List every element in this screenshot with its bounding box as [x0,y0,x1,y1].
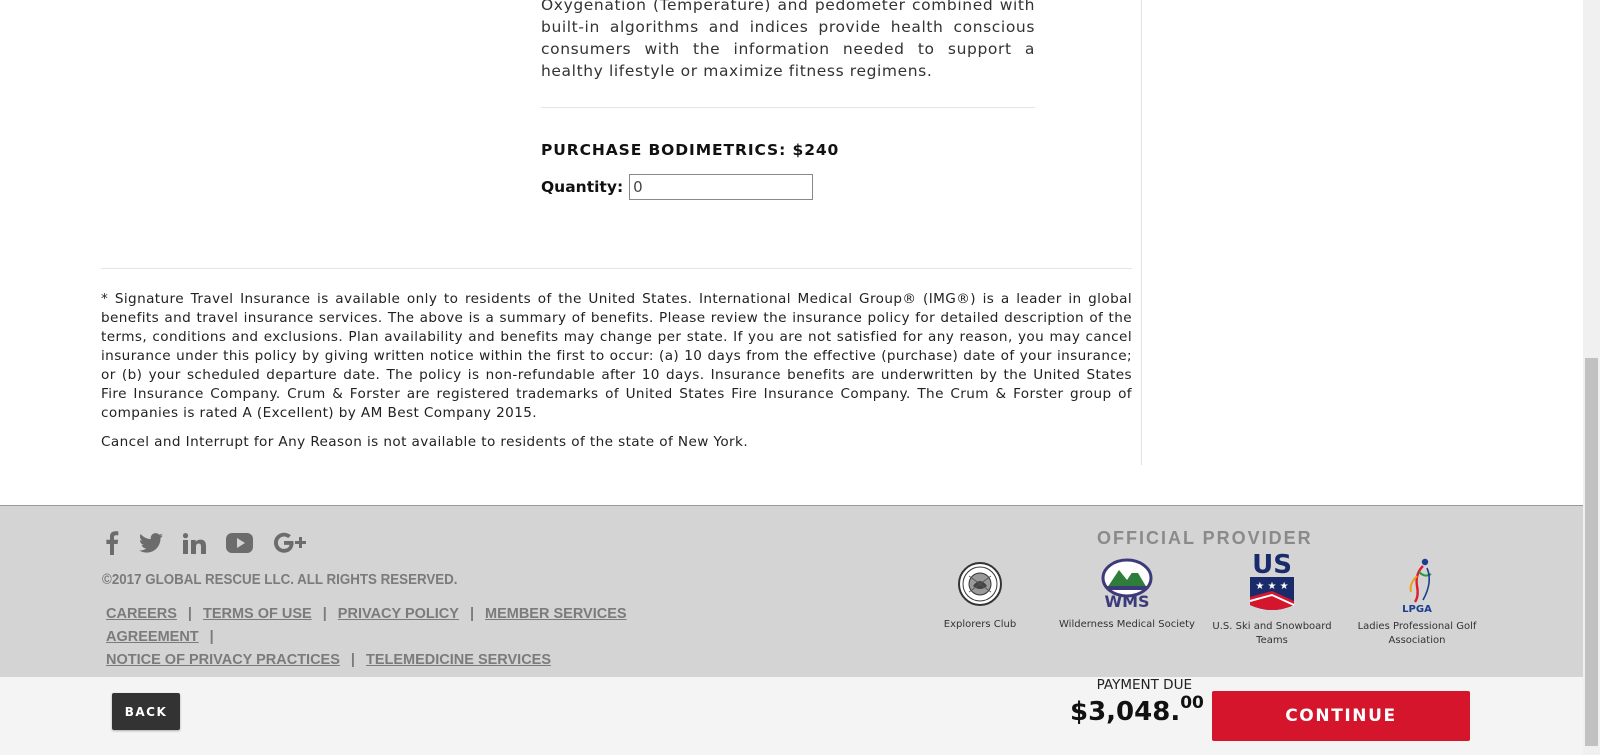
payment-due-amount: $3,048.00 [1070,693,1204,727]
lpga-caption-line2: Association [1388,635,1446,646]
copyright: ©2017 GLOBAL RESCUE LLC. ALL RIGHTS RESE… [102,572,458,588]
wms-provider: WMS Wilderness Medical Society [1057,556,1197,632]
notice-of-privacy-practices-link[interactable]: NOTICE OF PRIVACY PRACTICES [106,652,340,668]
main-content: Oxygenation (Temperature) and pedometer … [0,0,1583,505]
us-logo-text: US [1252,550,1292,580]
wms-logo-text: WMS [1104,592,1149,611]
youtube-icon[interactable] [226,533,253,553]
link-separator: | [209,629,214,645]
social-links [105,531,307,555]
insurance-disclaimer: * Signature Travel Insurance is availabl… [101,291,1132,421]
facebook-icon[interactable] [105,531,119,555]
page-scrollbar[interactable] [1583,0,1600,755]
checkout-bar: BACK PAYMENT DUE $3,048.00 CONTINUE [0,677,1583,755]
google-plus-icon[interactable] [273,532,307,554]
new-york-note: Cancel and Interrupt for Any Reason is n… [101,434,749,450]
site-footer: ©2017 GLOBAL RESCUE LLC. ALL RIGHTS RESE… [0,505,1583,678]
lpga-provider: LPGA Ladies Professional Golf Associatio… [1352,556,1482,648]
payment-due-label: PAYMENT DUE [1096,677,1192,693]
linkedin-icon[interactable] [183,532,206,554]
telemedicine-services-link[interactable]: TELEMEDICINE SERVICES [366,652,551,668]
wms-caption: Wilderness Medical Society [1059,619,1195,630]
careers-link[interactable]: CAREERS [106,606,177,622]
back-button[interactable]: BACK [112,693,180,730]
us-ski-caption-line1: U.S. Ski and Snowboard [1212,621,1332,632]
lpga-logo: LPGA [1402,558,1432,614]
scrollbar-thumb[interactable] [1585,358,1598,746]
payment-amount-main: $3,048. [1070,697,1181,727]
explorers-club-caption: Explorers Club [943,619,1017,630]
continue-button[interactable]: CONTINUE [1212,691,1470,741]
purchase-title: PURCHASE BODIMETRICS: $240 [541,141,840,159]
explorers-club-provider: Explorers Club [935,556,1025,632]
quantity-row: Quantity: [541,174,814,200]
us-ski-snowboard-logo: US ★ ★ ★ [1249,550,1295,610]
divider [101,268,1132,269]
us-ski-caption-line2: Teams [1256,635,1288,646]
divider [541,107,1035,108]
explorers-club-seal-logo [958,562,1002,606]
privacy-policy-link[interactable]: PRIVACY POLICY [338,606,459,622]
quantity-input[interactable] [629,174,814,200]
link-separator: | [322,606,327,622]
payment-amount-cents: 00 [1180,693,1204,713]
lpga-logo-text: LPGA [1402,604,1432,614]
quantity-label: Quantity: [541,178,624,196]
terms-of-use-link[interactable]: TERMS OF USE [203,606,312,622]
wms-logo: WMS [1101,558,1153,611]
twitter-icon[interactable] [139,533,163,553]
official-provider-heading: OFFICIAL PROVIDER [1097,528,1313,548]
lpga-caption-line1: Ladies Professional Golf [1357,621,1477,632]
us-ski-provider: US ★ ★ ★ U.S. Ski and Snowboard Teams [1207,549,1337,648]
link-separator: | [350,652,355,668]
column-divider [1141,0,1142,465]
product-description: Oxygenation (Temperature) and pedometer … [541,0,1035,80]
footer-links: CAREERS | TERMS OF USE | PRIVACY POLICY | MEMB… [106,603,726,672]
link-separator: | [187,606,192,622]
svg-text:★ ★ ★: ★ ★ ★ [1255,581,1288,592]
link-separator: | [469,606,474,622]
